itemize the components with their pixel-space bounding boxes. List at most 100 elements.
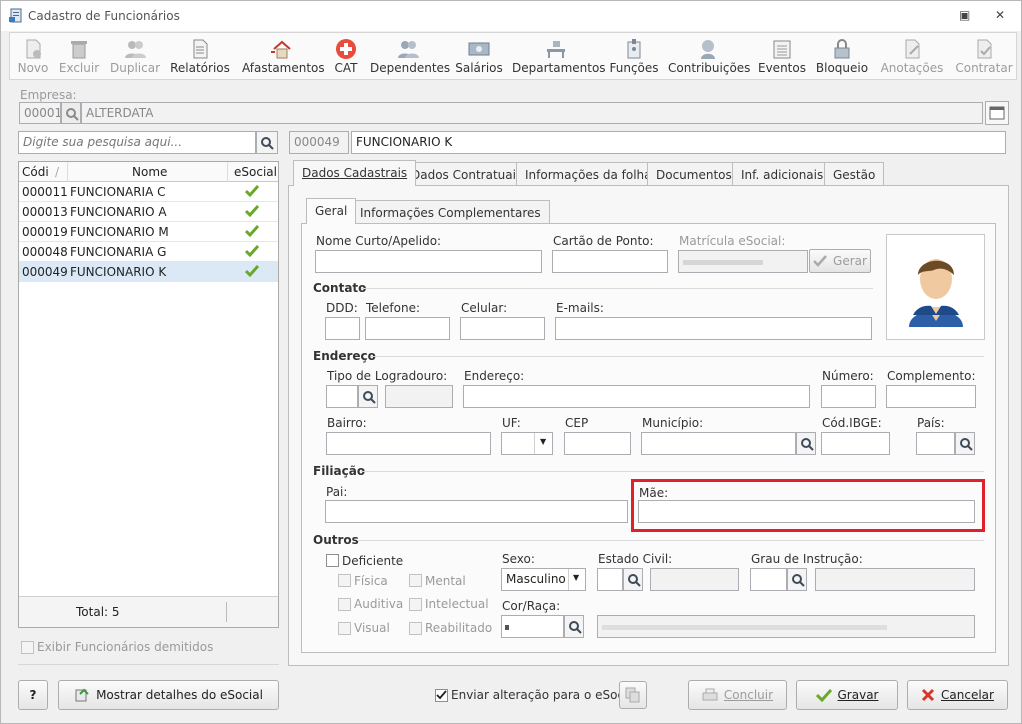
users-icon (398, 41, 419, 58)
toolbar-bloqueio-button[interactable]: Bloqueio (814, 33, 870, 79)
empresa-name-field: ALTERDATA (81, 102, 983, 124)
toolbar-eventos-button[interactable]: Eventos (758, 33, 806, 79)
tab-dados-cadastrais[interactable]: Dados Cadastrais (293, 160, 417, 186)
table-row[interactable]: 000019 FUNCIONARIO M (19, 222, 278, 242)
intelectual-checkbox[interactable] (409, 598, 422, 611)
employee-name-field[interactable]: FUNCIONARIO K (351, 131, 1006, 154)
cod-ibge-input[interactable] (821, 432, 890, 455)
toolbar-excluir-button[interactable]: Excluir (58, 33, 100, 79)
toolbar-contratar-button[interactable]: Contratar (952, 33, 1016, 79)
municipio-input[interactable] (641, 432, 796, 455)
toolbar-departamentos-button[interactable]: Departamentos (512, 33, 606, 79)
table-row-selected[interactable]: 000049 FUNCIONARIO K (19, 262, 278, 282)
empresa-detail-button[interactable] (985, 101, 1009, 125)
col-header-esocial[interactable]: eSocial (234, 165, 277, 179)
close-button[interactable]: ✕ (995, 8, 1005, 22)
uf-select[interactable]: ▼ (501, 432, 553, 455)
grau-instrucao-input[interactable] (750, 568, 787, 591)
show-dismissed-checkbox[interactable] (21, 641, 34, 654)
table-row[interactable]: 000048 FUNCIONARIA G (19, 242, 278, 262)
toolbar-cat-button[interactable]: CAT (330, 33, 362, 79)
toolbar-label: Dependentes (370, 61, 451, 75)
restore-button[interactable]: ▣ (959, 8, 970, 22)
auditiva-checkbox[interactable] (338, 598, 351, 611)
toolbar-afastamentos-button[interactable]: Afastamentos (242, 33, 325, 79)
visual-label: Visual (354, 621, 390, 635)
employee-search-button[interactable] (256, 131, 278, 154)
emails-input[interactable] (555, 317, 872, 340)
mae-label: Mãe: (639, 486, 669, 500)
printer-icon (702, 688, 718, 701)
estado-civil-search-button[interactable] (623, 568, 643, 591)
cartao-ponto-input[interactable] (552, 250, 668, 273)
enviar-alteracao-checkbox[interactable] (435, 689, 448, 702)
tab-dados-contratuais[interactable]: Dados Contratuais (402, 162, 532, 186)
deficiente-checkbox[interactable] (326, 554, 339, 567)
employee-photo[interactable] (886, 234, 985, 340)
redacted-value (683, 260, 763, 265)
numero-input[interactable] (821, 385, 876, 408)
col-header-code[interactable]: Códi (22, 165, 49, 179)
section-divider (371, 356, 984, 357)
mostrar-esocial-button[interactable]: Mostrar detalhes do eSocial (58, 680, 279, 710)
mental-checkbox[interactable] (409, 574, 422, 587)
toolbar-funcoes-button[interactable]: Funções (608, 33, 660, 79)
bairro-input[interactable] (326, 432, 491, 455)
employee-search-input[interactable]: Digite sua pesquisa aqui... (18, 131, 256, 154)
pais-input[interactable] (916, 432, 955, 455)
mostrar-esocial-label: Mostrar detalhes do eSocial (96, 688, 263, 702)
cancelar-button[interactable]: Cancelar (907, 680, 1008, 710)
tab-documentos[interactable]: Documentos (647, 162, 741, 186)
tab-informacoes-folha[interactable]: Informações da folha (516, 162, 661, 186)
pai-input[interactable] (325, 500, 628, 523)
ddd-input[interactable] (325, 317, 360, 340)
endereco-input[interactable] (463, 385, 810, 408)
employee-registry-window: Cadastro de Funcionários ▣ ✕ Novo Exclui… (0, 0, 1022, 724)
estado-civil-input[interactable] (597, 568, 623, 591)
table-row[interactable]: 000011 FUNCIONARIA C (19, 182, 278, 202)
estado-civil-desc (650, 568, 739, 591)
toolbar-label: Bloqueio (815, 61, 869, 75)
help-button[interactable]: ? (18, 680, 48, 710)
gravar-button[interactable]: Gravar (796, 680, 898, 710)
grau-instrucao-search-button[interactable] (787, 568, 807, 591)
gerar-button[interactable]: Gerar (809, 249, 871, 273)
pais-search-button[interactable] (955, 432, 975, 455)
mae-input[interactable] (638, 500, 975, 523)
table-row[interactable]: 000013 FUNCIONARIO A (19, 202, 278, 222)
show-dismissed-label: Exibir Funcionários demitidos (37, 640, 214, 654)
cep-input[interactable] (564, 432, 631, 455)
duplicate-users-icon (125, 41, 146, 58)
toolbar-salarios-button[interactable]: Salários (454, 33, 504, 79)
col-header-name[interactable]: Nome (132, 165, 167, 179)
celular-input[interactable] (460, 317, 545, 340)
municipio-search-button[interactable] (796, 432, 816, 455)
fisica-checkbox[interactable] (338, 574, 351, 587)
toolbar-contribuicoes-button[interactable]: Contribuições (668, 33, 750, 79)
reabilitado-label: Reabilitado (425, 621, 493, 635)
sexo-select[interactable]: Masculino ▼ (501, 568, 586, 591)
nome-curto-input[interactable] (315, 250, 542, 273)
search-icon (792, 574, 805, 587)
subtab-geral[interactable]: Geral (306, 198, 357, 224)
toolbar-duplicar-button[interactable]: Duplicar (108, 33, 162, 79)
col-divider (227, 162, 228, 182)
complemento-input[interactable] (886, 385, 976, 408)
esocial-send-button[interactable] (619, 681, 647, 709)
cor-raca-search-button[interactable] (564, 615, 584, 638)
tab-gestao[interactable]: Gestão (824, 162, 885, 186)
subtab-informacoes-complementares[interactable]: Informações Complementares (351, 200, 550, 224)
telefone-input[interactable] (365, 317, 450, 340)
visual-checkbox[interactable] (338, 622, 351, 635)
toolbar-novo-button[interactable]: Novo (14, 33, 52, 79)
tab-inf-adicionais[interactable]: Inf. adicionais (732, 162, 833, 186)
concluir-button[interactable]: Concluir (688, 680, 787, 710)
toolbar-relatorios-button[interactable]: Relatórios (170, 33, 230, 79)
cor-raca-input[interactable] (501, 615, 564, 638)
reabilitado-checkbox[interactable] (409, 622, 422, 635)
toolbar-dependentes-button[interactable]: Dependentes (370, 33, 450, 79)
tipo-logradouro-input[interactable] (326, 385, 358, 408)
tipo-logradouro-search-button[interactable] (358, 385, 378, 408)
search-icon (569, 621, 582, 634)
toolbar-anotacoes-button[interactable]: Anotações (880, 33, 944, 79)
